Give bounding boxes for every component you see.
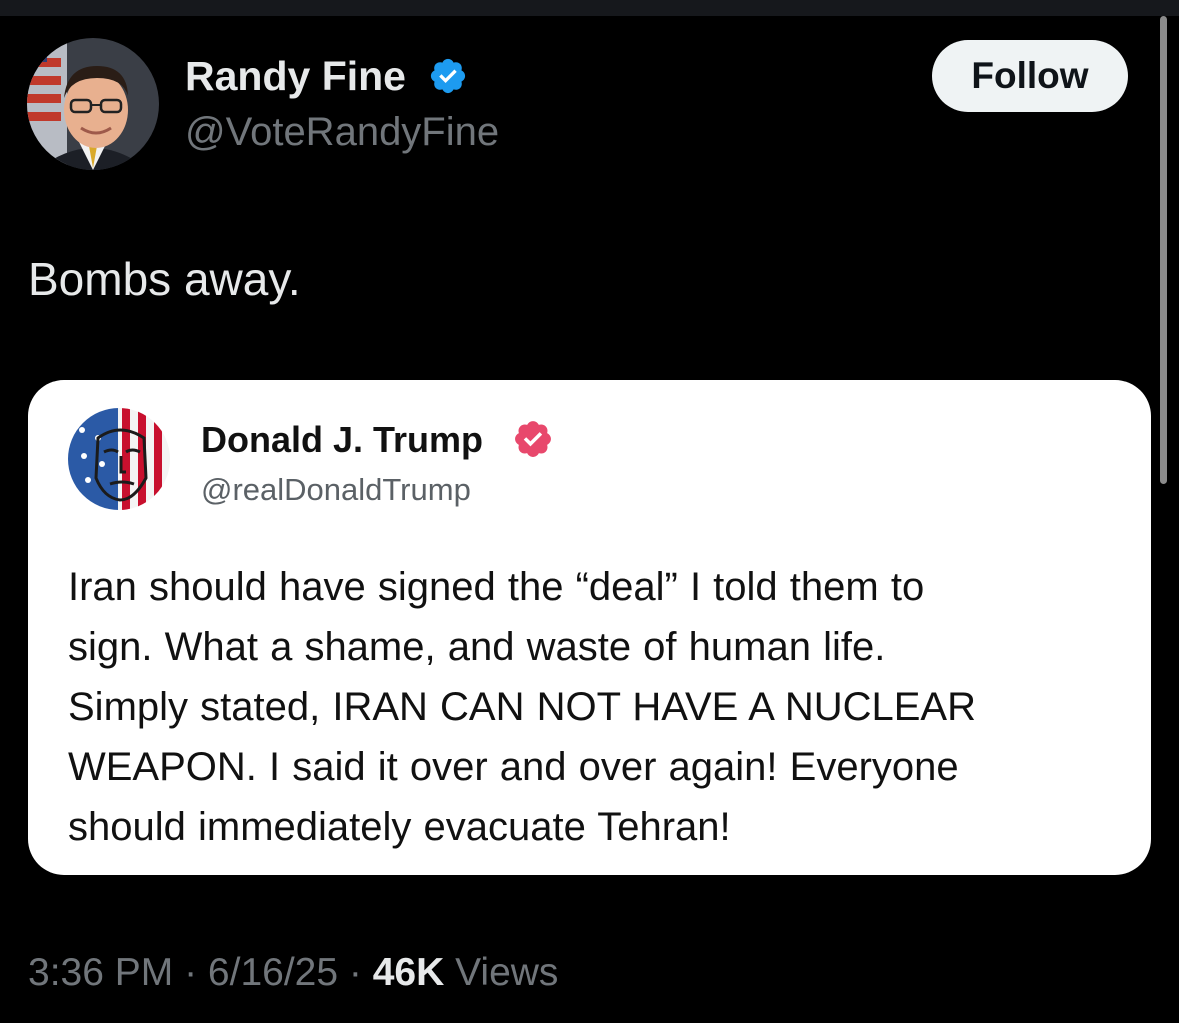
- verified-badge-icon: [515, 421, 551, 457]
- author-handle[interactable]: @VoteRandyFine: [185, 108, 499, 156]
- post-metadata: 3:36 PM · 6/16/25 · 46K Views: [28, 948, 558, 998]
- status-bar: [0, 0, 1179, 16]
- separator: ·: [338, 951, 373, 994]
- flag-stripes: [68, 408, 170, 510]
- quoted-author-avatar: [68, 408, 170, 510]
- quoted-author-handle: @realDonaldTrump: [201, 472, 471, 507]
- follow-button[interactable]: Follow: [932, 40, 1128, 112]
- quoted-post-card[interactable]: Donald J. Trump @realDonaldTrump Iran sh…: [28, 380, 1151, 875]
- author-name[interactable]: Randy Fine: [185, 52, 406, 100]
- verified-badge-icon: [430, 58, 466, 94]
- tweet-text: Bombs away.: [28, 253, 301, 305]
- post-time[interactable]: 3:36 PM: [28, 951, 173, 994]
- scrollbar[interactable]: [1160, 16, 1167, 484]
- views-label: Views: [444, 951, 559, 994]
- separator: ·: [173, 951, 208, 994]
- author-avatar[interactable]: [27, 38, 159, 170]
- quoted-author-name: Donald J. Trump: [201, 419, 484, 460]
- quoted-post-text: Iran should have signed the “deal” I tol…: [68, 565, 976, 849]
- views-count[interactable]: 46K: [373, 951, 445, 994]
- post-date[interactable]: 6/16/25: [208, 951, 338, 994]
